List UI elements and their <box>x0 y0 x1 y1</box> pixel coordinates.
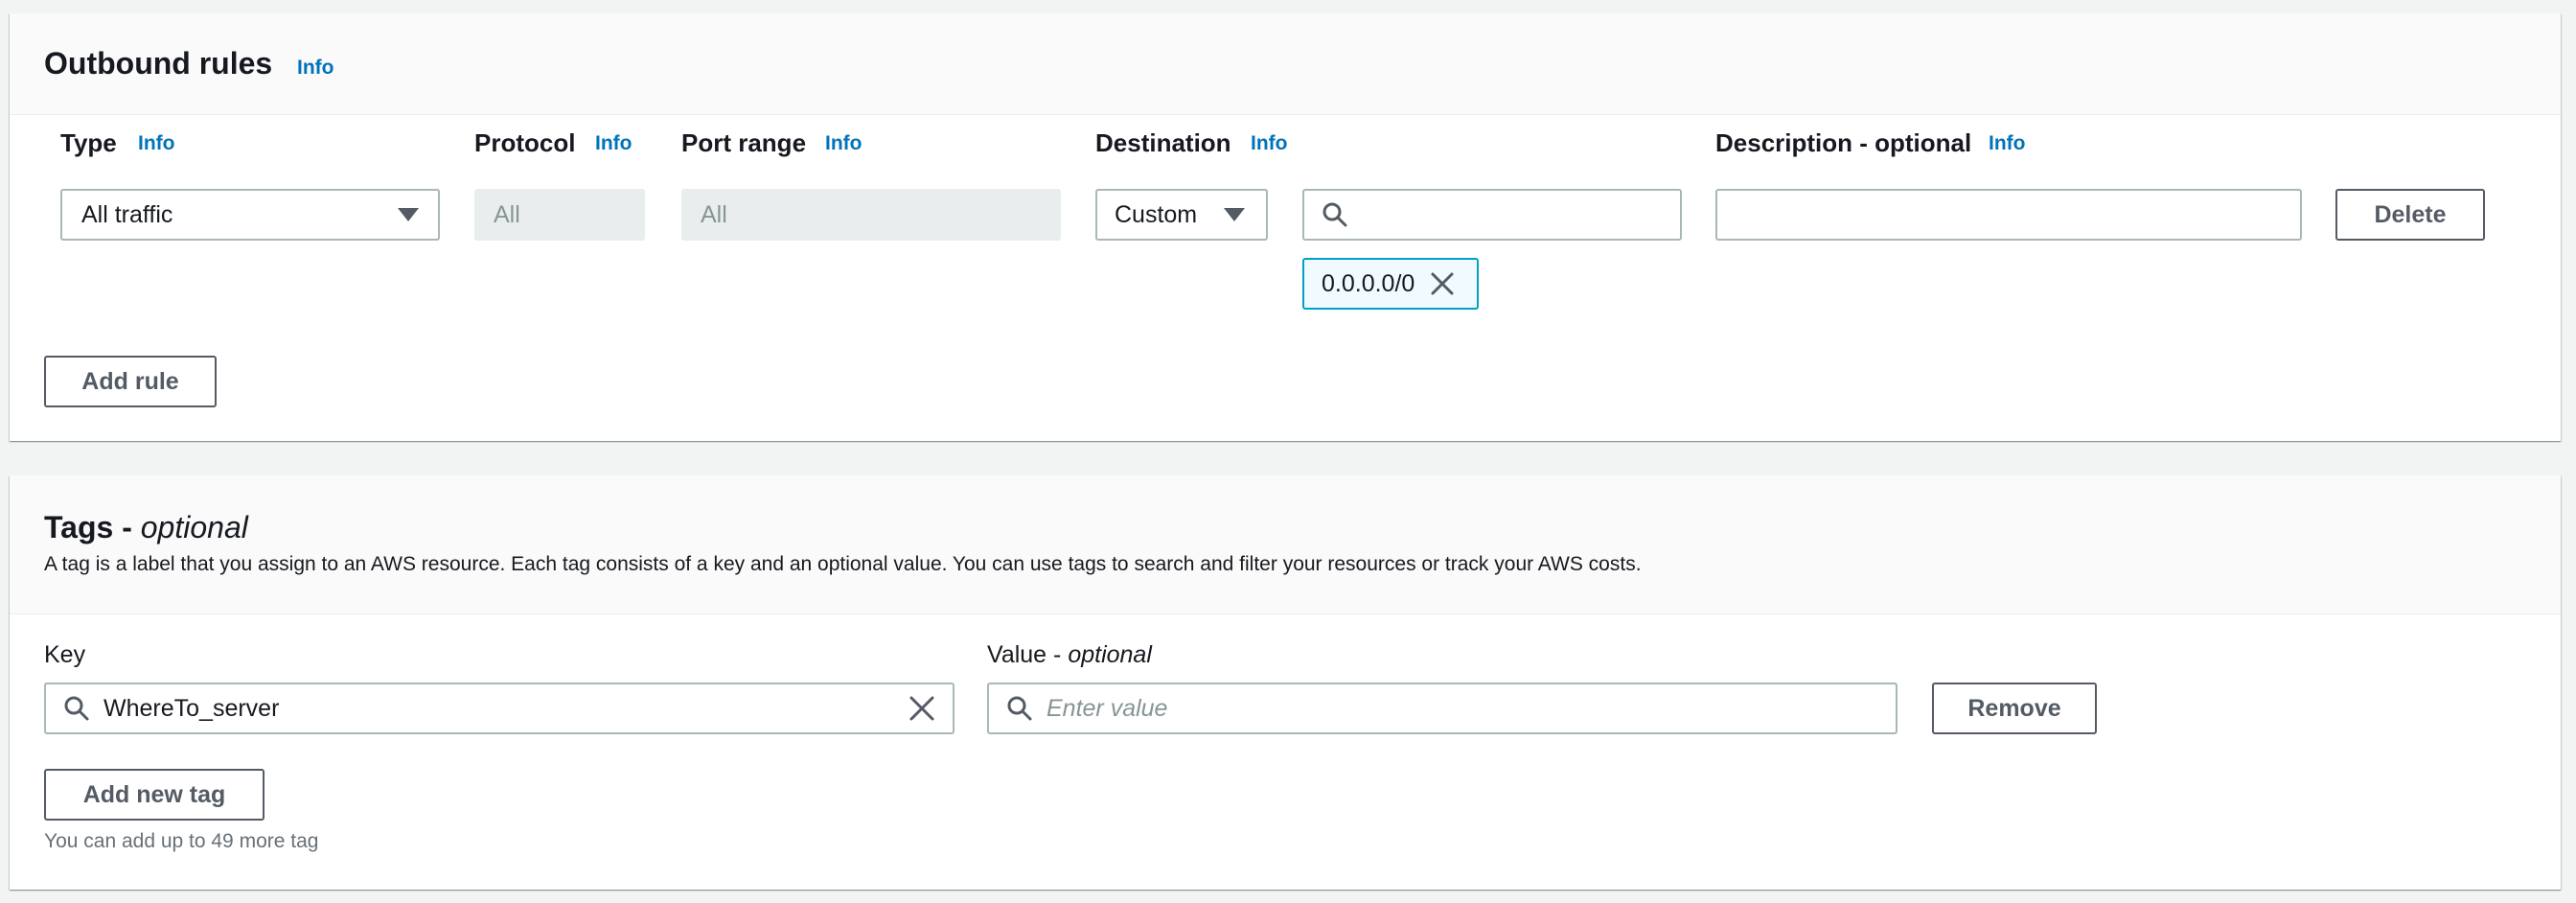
value-label: Value - optional <box>987 641 1152 669</box>
clear-icon[interactable] <box>908 695 935 722</box>
destination-token-label: 0.0.0.0/0 <box>1322 269 1415 297</box>
description-column-label: Description - optional <box>1715 128 1972 157</box>
remove-tag-button[interactable]: Remove <box>1932 683 2097 734</box>
port-range-column-label: Port range <box>681 128 807 157</box>
type-column-label: Type <box>60 128 117 157</box>
description-info-link[interactable]: Info <box>1989 132 2025 155</box>
search-icon <box>1006 695 1033 722</box>
description-input[interactable] <box>1715 189 2302 241</box>
type-info-link[interactable]: Info <box>138 132 174 155</box>
chevron-down-icon <box>1224 208 1245 221</box>
outbound-rules-info-link[interactable]: Info <box>297 57 334 80</box>
destination-select[interactable]: Custom <box>1095 189 1268 241</box>
port-range-field-value: All <box>701 200 727 228</box>
tags-description: A tag is a label that you assign to an A… <box>44 553 1642 575</box>
type-select[interactable]: All traffic <box>60 189 440 241</box>
protocol-field: All <box>474 189 645 241</box>
outbound-rules-panel: Outbound rules Info Type Info Protocol I… <box>10 13 2561 441</box>
tags-title: Tags - optional <box>44 510 248 545</box>
destination-info-link[interactable]: Info <box>1251 132 1287 155</box>
destination-column-label: Destination <box>1095 128 1231 157</box>
protocol-field-value: All <box>494 200 520 228</box>
tags-header: Tags - optional A tag is a label that yo… <box>10 475 2561 614</box>
outbound-rules-title: Outbound rules <box>44 46 273 81</box>
destination-token: 0.0.0.0/0 <box>1302 258 1479 310</box>
chevron-down-icon <box>398 208 419 221</box>
outbound-rules-header: Outbound rules Info <box>10 13 2561 115</box>
destination-select-value: Custom <box>1115 200 1198 228</box>
destination-search-input[interactable] <box>1302 189 1682 241</box>
port-range-info-link[interactable]: Info <box>825 132 862 155</box>
type-select-value: All traffic <box>81 200 173 228</box>
key-label: Key <box>44 641 86 668</box>
add-new-tag-button[interactable]: Add new tag <box>44 769 264 821</box>
tag-key-value: WhereTo_server <box>104 694 280 722</box>
tags-title-optional: optional <box>140 510 248 544</box>
tag-limit-hint: You can add up to 49 more tag <box>44 830 319 852</box>
close-icon[interactable] <box>1430 271 1455 296</box>
value-label-main: Value - <box>987 641 1069 668</box>
tag-value-placeholder: Enter value <box>1046 694 1168 722</box>
delete-rule-button[interactable]: Delete <box>2335 189 2485 241</box>
tag-key-input[interactable]: WhereTo_server <box>44 683 954 734</box>
protocol-column-label: Protocol <box>474 128 576 157</box>
add-rule-button[interactable]: Add rule <box>44 356 217 407</box>
search-icon <box>1322 201 1348 228</box>
value-label-optional: optional <box>1068 641 1152 668</box>
tag-key-content: WhereTo_server <box>63 695 279 723</box>
protocol-info-link[interactable]: Info <box>595 132 632 155</box>
tags-panel: Tags - optional A tag is a label that yo… <box>10 475 2561 890</box>
tags-title-main: Tags - <box>44 510 141 544</box>
tag-value-input[interactable]: Enter value <box>987 683 1898 734</box>
port-range-field: All <box>681 189 1061 241</box>
search-icon <box>63 695 90 722</box>
